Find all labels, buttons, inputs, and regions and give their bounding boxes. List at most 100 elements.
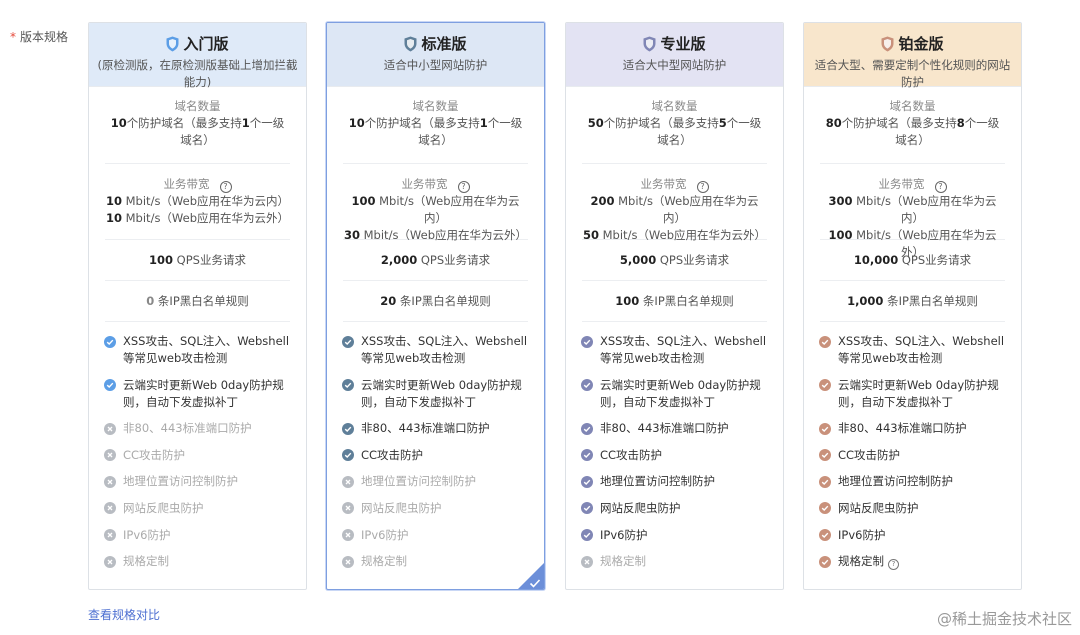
feature-text: 非80、443标准端口防护: [361, 421, 490, 436]
feature-item: 网站反爬虫防护: [104, 500, 306, 517]
check-icon: [819, 422, 831, 435]
feature-text: 云端实时更新Web 0day防护规则，自动下发虚拟补丁: [838, 377, 999, 409]
feature-text: 云端实时更新Web 0day防护规则，自动下发虚拟补丁: [361, 377, 522, 409]
domain-quota-section: 域名数量 50个防护域名（最多支持5个一级域名）: [582, 87, 767, 164]
qps-section: 5,000 QPS业务请求: [582, 240, 767, 281]
check-icon: [581, 449, 593, 462]
top-domain-count: 1: [479, 116, 488, 130]
plan-card-header: 入门版 (原检测版，在原检测版基础上增加拦截能力): [89, 23, 306, 89]
feature-text: 网站反爬虫防护: [361, 500, 442, 515]
feature-item: IPv6防护: [819, 527, 1021, 544]
top-domain-count: 1: [241, 116, 250, 130]
bandwidth-out-value: 100: [828, 228, 853, 242]
check-icon: [104, 379, 116, 392]
bandwidth-label: 业务带宽?: [582, 176, 767, 193]
check-icon: [581, 502, 593, 515]
shield-icon: [643, 36, 656, 52]
plan-card-standard[interactable]: 标准版 适合中小型网站防护 域名数量 10个防护域名（最多支持1个一级域名） 业务带宽?…: [326, 22, 545, 590]
feature-text: 地理位置访问控制防护: [361, 474, 476, 489]
bandwidth-in-value: 200: [590, 194, 615, 208]
spec-label-text: 版本规格: [20, 30, 69, 44]
feature-item: 地理位置访问控制防护: [342, 473, 544, 490]
cross-icon: [342, 529, 354, 542]
plan-title: 专业版: [660, 35, 706, 53]
feature-text: 非80、443标准端口防护: [838, 421, 967, 436]
help-icon[interactable]: ?: [696, 181, 709, 193]
feature-text: 规格定制: [123, 554, 169, 569]
help-icon[interactable]: ?: [457, 181, 470, 193]
shield-icon: [166, 36, 179, 52]
cross-icon: [342, 555, 354, 568]
feature-item: XSS攻击、SQL注入、Webshell等常见web攻击检测: [581, 333, 783, 367]
feature-item: 规格定制: [581, 553, 783, 570]
feature-text: 网站反爬虫防护: [600, 500, 681, 515]
feature-list: XSS攻击、SQL注入、Webshell等常见web攻击检测 云端实时更新Web …: [89, 322, 306, 570]
help-icon[interactable]: ?: [888, 559, 899, 571]
qps-section: 10,000 QPS业务请求: [820, 240, 1005, 281]
check-icon: [104, 335, 116, 348]
bandwidth-out-cloud: 10 Mbit/s（Web应用在华为云外）: [105, 211, 290, 225]
feature-item: 云端实时更新Web 0day防护规则，自动下发虚拟补丁: [104, 377, 306, 411]
feature-text: IPv6防护: [838, 527, 886, 542]
help-icon[interactable]: ?: [219, 181, 232, 193]
feature-text: IPv6防护: [361, 527, 409, 542]
check-icon: [819, 475, 831, 488]
feature-text: 地理位置访问控制防护: [123, 474, 238, 489]
qps-value: 5,000: [619, 253, 657, 267]
domain-quota-label: 域名数量: [889, 99, 936, 113]
domain-count: 50: [587, 116, 604, 130]
bandwidth-in-value: 10: [105, 194, 122, 208]
feature-text: XSS攻击、SQL注入、Webshell等常见web攻击检测: [361, 334, 528, 365]
cross-icon: [104, 555, 116, 568]
plan-card-basic[interactable]: 入门版 (原检测版，在原检测版基础上增加拦截能力) 域名数量 10个防护域名（最多支持…: [88, 22, 307, 590]
feature-item: IPv6防护: [581, 527, 783, 544]
cross-icon: [104, 449, 116, 462]
plan-card-header: 专业版适合大中型网站防护: [566, 23, 783, 87]
check-icon: [581, 422, 593, 435]
plan-title-row: 入门版: [166, 33, 229, 54]
feature-text: CC攻击防护: [838, 447, 901, 462]
bandwidth-in-value: 300: [828, 194, 853, 208]
plan-subtitle: 适合大中型网站防护: [622, 58, 727, 72]
qps-value: 2,000: [380, 253, 418, 267]
domain-quota-label: 域名数量: [412, 99, 459, 113]
plan-title: 标准版: [421, 35, 467, 53]
checkmark-icon: [529, 574, 541, 588]
feature-text: 规格定制: [361, 554, 407, 569]
top-domain-count: 8: [956, 116, 965, 130]
qps-value: 100: [149, 253, 174, 267]
plan-subtitle: (原检测版，在原检测版基础上增加拦截能力): [97, 58, 298, 89]
feature-item: 地理位置访问控制防护: [819, 473, 1021, 490]
feature-item: 网站反爬虫防护: [581, 500, 783, 517]
feature-text: 规格定制?: [838, 553, 1008, 571]
feature-list: XSS攻击、SQL注入、Webshell等常见web攻击检测 云端实时更新Web …: [566, 322, 783, 570]
feature-text: 网站反爬虫防护: [838, 500, 919, 515]
bandwidth-out-value: 30: [343, 228, 360, 242]
feature-text: XSS攻击、SQL注入、Webshell等常见web攻击检测: [123, 334, 290, 365]
feature-text: 规格定制: [600, 554, 646, 569]
plan-card-header: 标准版 适合中小型网站防护: [327, 23, 544, 87]
domain-count: 10: [110, 116, 127, 130]
feature-item: CC攻击防护: [104, 447, 306, 464]
bandwidth-out-value: 50: [582, 228, 599, 242]
domain-count: 10: [348, 116, 365, 130]
bandwidth-section: 业务带宽? 300 Mbit/s（Web应用在华为云内） 100 Mbit/s（We…: [820, 164, 1005, 259]
cross-icon: [104, 502, 116, 515]
plan-card-professional[interactable]: 专业版适合大中型网站防护域名数量 50个防护域名（最多支持5个一级域名） 业务带宽?…: [565, 22, 784, 590]
feature-text: CC攻击防护: [123, 447, 186, 462]
domain-quota-section: 域名数量 10个防护域名（最多支持1个一级域名）: [105, 87, 290, 164]
bandwidth-label: 业务带宽?: [105, 176, 290, 193]
plan-cards: 入门版 (原检测版，在原检测版基础上增加拦截能力) 域名数量 10个防护域名（最多支持…: [88, 22, 1023, 590]
help-icon[interactable]: ?: [934, 181, 947, 193]
compare-specs-link[interactable]: 查看规格对比: [88, 606, 160, 623]
plan-card-platinum[interactable]: 铂金版 适合大型、需要定制个性化规则的网站防护 域名数量 80个防护域名（最多支持8个…: [803, 22, 1022, 590]
bandwidth-section: 业务带宽? 200 Mbit/s（Web应用在华为云内） 50 Mbit/s（Web…: [582, 164, 767, 242]
check-icon: [819, 335, 831, 348]
ip-rules-section: 0 条IP黑白名单规则: [105, 281, 290, 322]
qps-value: 10,000: [853, 253, 899, 267]
cross-icon: [342, 502, 354, 515]
feature-item: IPv6防护: [104, 527, 306, 544]
plan-title-row: 铂金版: [881, 33, 944, 54]
feature-item: 非80、443标准端口防护: [104, 420, 306, 437]
feature-item: 规格定制: [104, 553, 306, 570]
